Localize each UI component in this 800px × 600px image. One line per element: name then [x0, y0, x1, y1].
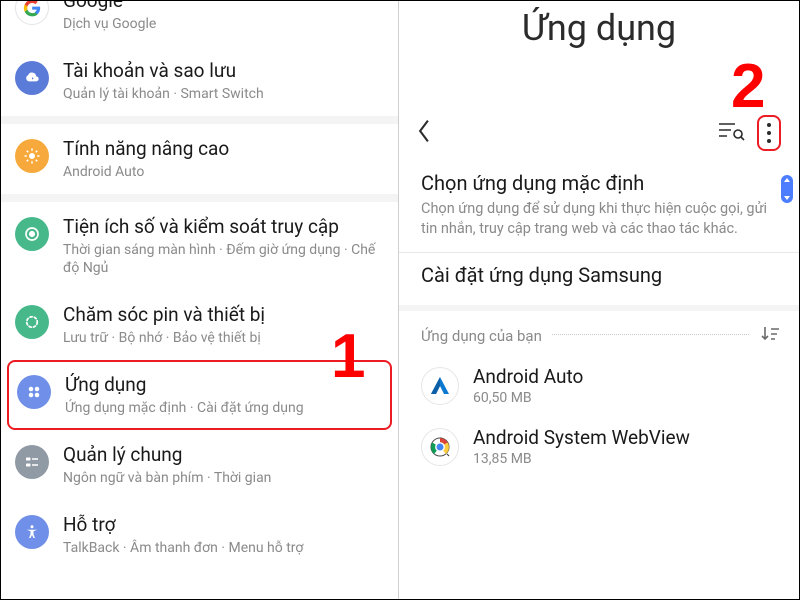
- app-size: 60,50 MB: [473, 390, 583, 406]
- item-title: Chăm sóc pin và thiết bị: [63, 303, 265, 327]
- apps-toolbar: [399, 109, 799, 161]
- app-labels: Android Auto 60,50 MB: [473, 365, 583, 406]
- app-row-android-auto[interactable]: Android Auto 60,50 MB: [399, 355, 799, 416]
- apps-header: Ứng dụng: [399, 1, 799, 109]
- settings-item-general[interactable]: Quản lý chung Ngôn ngữ và bàn phím · Thờ…: [1, 430, 398, 500]
- scroll-indicator[interactable]: [781, 175, 793, 203]
- settings-item-apps[interactable]: Ứng dụng Ứng dụng mặc định · Cài đặt ứng…: [7, 360, 392, 430]
- item-subtitle: Quản lý tài khoản · Smart Switch: [63, 85, 264, 103]
- section-title: Cài đặt ứng dụng Samsung: [421, 263, 777, 287]
- advanced-icon: [15, 139, 49, 173]
- divider-dots: [552, 334, 749, 335]
- google-icon: [15, 0, 49, 25]
- list-spacer: [1, 194, 398, 202]
- default-apps-section[interactable]: Chọn ứng dụng mặc định Chọn ứng dụng để …: [399, 161, 799, 252]
- sort-button[interactable]: [759, 325, 781, 347]
- item-title: Tiện ích số và kiểm soát truy cập: [63, 215, 384, 239]
- apps-screen-pane: Ứng dụng Chọn ứng dụng mặc định Chọn ứng…: [399, 1, 799, 599]
- item-title: Ứng dụng: [65, 373, 304, 397]
- item-title: Google: [63, 0, 156, 13]
- more-options-button[interactable]: [757, 115, 781, 151]
- back-button[interactable]: [415, 118, 433, 148]
- item-subtitle: Lưu trữ · Bộ nhớ · Bảo vệ thiết bị: [63, 329, 265, 347]
- item-title: Tài khoản và sao lưu: [63, 59, 264, 83]
- item-labels: Hỗ trợ TalkBack · Âm thanh đơn · Menu hỗ…: [63, 513, 303, 557]
- item-subtitle: TalkBack · Âm thanh đơn · Menu hỗ trợ: [63, 539, 303, 557]
- section-title: Chọn ứng dụng mặc định: [421, 171, 777, 195]
- item-labels: Quản lý chung Ngôn ngữ và bàn phím · Thờ…: [63, 443, 271, 487]
- item-title: Tính năng nâng cao: [63, 137, 229, 161]
- android-auto-icon: [421, 367, 459, 405]
- accessibility-icon: [15, 515, 49, 549]
- item-title: Quản lý chung: [63, 443, 271, 467]
- app-size: 13,85 MB: [473, 451, 690, 467]
- cloud-sync-icon: [15, 61, 49, 95]
- filter-search-button[interactable]: [717, 120, 745, 146]
- item-labels: Chăm sóc pin và thiết bị Lưu trữ · Bộ nh…: [63, 303, 265, 347]
- settings-item-battery-care[interactable]: Chăm sóc pin và thiết bị Lưu trữ · Bộ nh…: [1, 290, 398, 360]
- wellbeing-icon: [15, 217, 49, 251]
- list-spacer: [1, 116, 398, 124]
- item-subtitle: Dịch vụ Google: [63, 15, 156, 33]
- app-name: Android System WebView: [473, 426, 690, 449]
- apps-icon: [17, 375, 51, 409]
- item-subtitle: Android Auto: [63, 163, 229, 181]
- settings-item-support[interactable]: Hỗ trợ TalkBack · Âm thanh đơn · Menu hỗ…: [1, 500, 398, 570]
- settings-list: Google Dịch vụ Google Tài khoản và sao l…: [1, 1, 398, 570]
- your-apps-label: Ứng dụng của bạn: [421, 327, 542, 345]
- item-subtitle: Thời gian sáng màn hình · Đếm giờ ứng dụ…: [63, 241, 384, 277]
- item-title: Hỗ trợ: [63, 513, 303, 537]
- settings-item-digital-wellbeing[interactable]: Tiện ích số và kiểm soát truy cập Thời g…: [1, 202, 398, 290]
- item-labels: Tính năng nâng cao Android Auto: [63, 137, 229, 181]
- general-icon: [15, 445, 49, 479]
- item-labels: Ứng dụng Ứng dụng mặc định · Cài đặt ứng…: [65, 373, 304, 417]
- settings-item-accounts[interactable]: Tài khoản và sao lưu Quản lý tài khoản ·…: [1, 46, 398, 116]
- webview-icon: [421, 428, 459, 466]
- app-labels: Android System WebView 13,85 MB: [473, 426, 690, 467]
- your-apps-header: Ứng dụng của bạn: [399, 305, 799, 355]
- item-labels: Tiện ích số và kiểm soát truy cập Thời g…: [63, 215, 384, 277]
- page-title: Ứng dụng: [399, 7, 799, 49]
- app-name: Android Auto: [473, 365, 583, 388]
- settings-item-advanced[interactable]: Tính năng nâng cao Android Auto: [1, 124, 398, 194]
- item-subtitle: Ngôn ngữ và bàn phím · Thời gian: [63, 469, 271, 487]
- item-labels: Tài khoản và sao lưu Quản lý tài khoản ·…: [63, 59, 264, 103]
- settings-list-pane: Google Dịch vụ Google Tài khoản và sao l…: [1, 1, 399, 599]
- samsung-app-settings-section[interactable]: Cài đặt ứng dụng Samsung: [399, 252, 799, 305]
- section-subtitle: Chọn ứng dụng để sử dụng khi thực hiện c…: [421, 199, 777, 238]
- screenshot-frame: Google Dịch vụ Google Tài khoản và sao l…: [0, 0, 800, 600]
- item-subtitle: Ứng dụng mặc định · Cài đặt ứng dụng: [65, 399, 304, 417]
- item-labels: Google Dịch vụ Google: [63, 0, 156, 33]
- device-care-icon: [15, 305, 49, 339]
- app-row-webview[interactable]: Android System WebView 13,85 MB: [399, 416, 799, 477]
- settings-item-google[interactable]: Google Dịch vụ Google: [1, 0, 398, 46]
